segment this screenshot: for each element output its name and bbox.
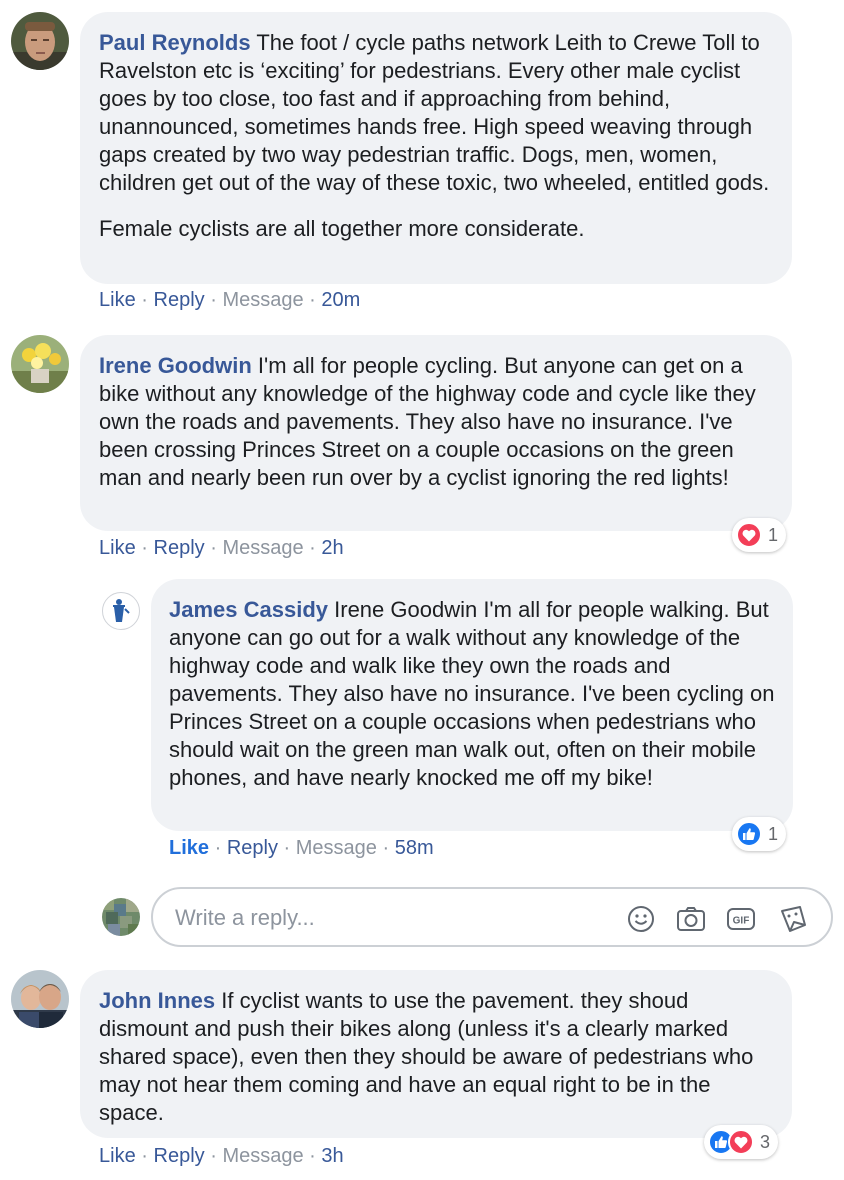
comment-bubble: Paul Reynolds The foot / cycle paths net… [80, 12, 792, 284]
comment-actions: Like · Reply · Message · 58m [169, 837, 434, 859]
timestamp[interactable]: 20m [321, 289, 360, 311]
comment-actions: Like · Reply · Message · 2h [99, 537, 344, 559]
like-reaction-icon [736, 821, 762, 847]
like-link[interactable]: Like [169, 837, 209, 859]
reaction-count: 1 [768, 823, 779, 844]
love-reaction-icon [728, 1129, 754, 1155]
message-link[interactable]: Message [222, 537, 303, 559]
avatar[interactable] [11, 970, 69, 1028]
sticker-icon[interactable] [777, 903, 809, 935]
reaction-count: 1 [768, 524, 779, 545]
timestamp[interactable]: 2h [321, 537, 343, 559]
reaction-badge[interactable]: 3 [704, 1125, 779, 1159]
comment-author[interactable]: John Innes [99, 988, 215, 1013]
reply-link[interactable]: Reply [154, 289, 205, 311]
comment-body: Female cyclists are all together more co… [99, 216, 585, 241]
reaction-count: 3 [760, 1131, 771, 1152]
svg-text:GIF: GIF [733, 916, 750, 927]
comment-author[interactable]: Irene Goodwin [99, 353, 252, 378]
reaction-badge[interactable]: 1 [732, 518, 787, 552]
gif-icon[interactable]: GIF [725, 903, 757, 935]
avatar[interactable] [11, 335, 69, 393]
message-link[interactable]: Message [296, 837, 377, 859]
comment-bubble: Irene Goodwin I'm all for people cycling… [80, 335, 792, 531]
reply-bubble: James Cassidy Irene Goodwin I'm all for … [151, 579, 793, 831]
comment-text: James Cassidy Irene Goodwin I'm all for … [169, 596, 775, 792]
comment-author[interactable]: James Cassidy [169, 597, 328, 622]
like-link[interactable]: Like [99, 289, 136, 311]
message-link[interactable]: Message [222, 1145, 303, 1167]
timestamp[interactable]: 3h [321, 1145, 343, 1167]
like-link[interactable]: Like [99, 537, 136, 559]
timestamp[interactable]: 58m [395, 837, 434, 859]
reply-link[interactable]: Reply [154, 537, 205, 559]
message-link[interactable]: Message [222, 289, 303, 311]
like-link[interactable]: Like [99, 1145, 136, 1167]
comment-actions: Like · Reply · Message · 20m [99, 289, 361, 311]
comment-text: Paul Reynolds The foot / cycle paths net… [99, 29, 773, 197]
reply-link[interactable]: Reply [154, 1145, 205, 1167]
avatar[interactable] [11, 12, 69, 70]
avatar[interactable] [102, 592, 140, 630]
reaction-badge[interactable]: 1 [732, 817, 787, 851]
love-reaction-icon [736, 522, 762, 548]
comment-text: Irene Goodwin I'm all for people cycling… [99, 352, 773, 492]
comment-bubble: John Innes If cyclist wants to use the p… [80, 970, 792, 1138]
comment-body: Irene Goodwin I'm all for people walking… [169, 597, 775, 790]
reply-link[interactable]: Reply [227, 837, 278, 859]
comment-text: John Innes If cyclist wants to use the p… [99, 987, 773, 1127]
camera-icon[interactable] [675, 903, 707, 935]
comment-author[interactable]: Paul Reynolds [99, 30, 251, 55]
reply-input[interactable] [173, 901, 597, 935]
smiley-icon[interactable] [625, 903, 657, 935]
current-user-avatar[interactable] [102, 898, 140, 936]
reply-composer: GIF [151, 887, 833, 947]
comment-actions: Like · Reply · Message · 3h [99, 1145, 344, 1167]
